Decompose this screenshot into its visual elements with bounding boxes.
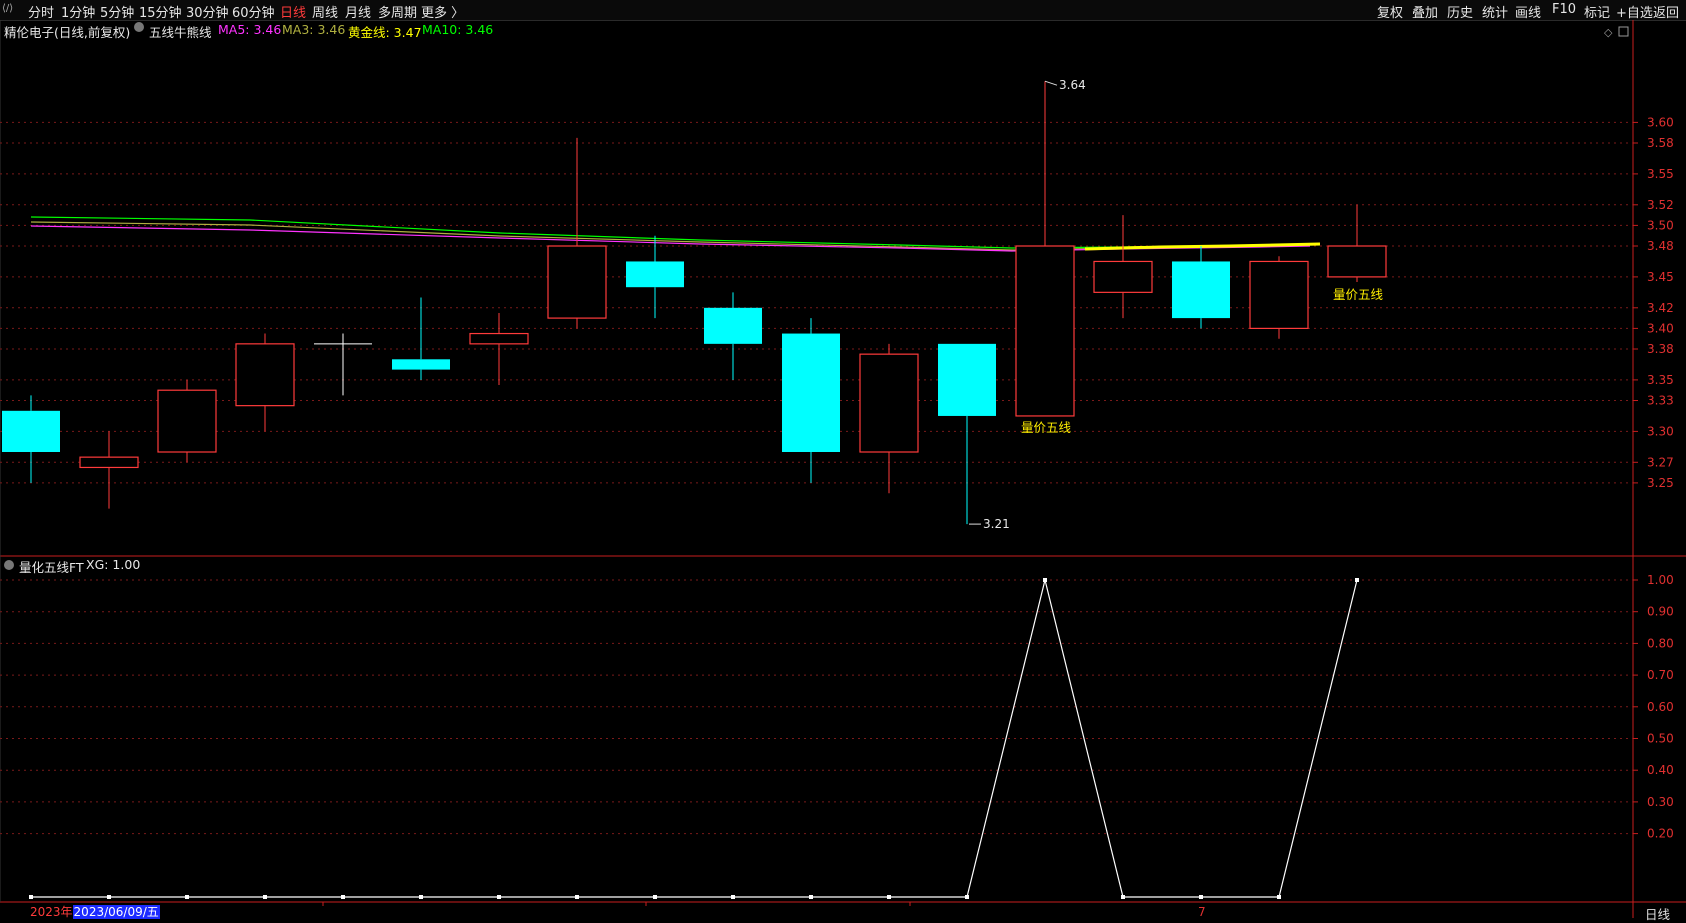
candle-body (859, 353, 919, 453)
signal-label: 量价五线 (1333, 287, 1384, 302)
main-tick-label: 3.60 (1647, 115, 1674, 129)
date-label: 2023/06/09/五 (72, 905, 160, 919)
xg-point (497, 895, 501, 899)
main-tick-label: 3.48 (1647, 239, 1674, 253)
main-tick-label: 3.27 (1647, 455, 1674, 469)
main-tick-label: 3.55 (1647, 167, 1674, 181)
high-arrow (1044, 80, 1058, 86)
sub-tick-label: 0.90 (1647, 605, 1674, 619)
candle-body (235, 343, 295, 407)
candle-body (938, 343, 996, 416)
xg-point (731, 895, 735, 899)
xg-point (1121, 895, 1125, 899)
signal-label: 量价五线 (1021, 420, 1072, 435)
window-icon (1618, 26, 1629, 37)
diamond-icon: ◇ (1604, 26, 1613, 39)
sub-tick-label: 0.70 (1647, 668, 1674, 682)
candle-body (1015, 245, 1075, 417)
xg-point (185, 895, 189, 899)
xg-point (419, 895, 423, 899)
candle-body (704, 307, 762, 344)
candle-body (79, 456, 139, 469)
main-tick-label: 3.35 (1647, 373, 1674, 387)
candle-body (626, 261, 684, 288)
sub-tick-label: 1.00 (1647, 573, 1674, 587)
sub-tick-label: 0.30 (1647, 795, 1674, 809)
candle-body (547, 245, 607, 319)
main-tick-label: 3.25 (1647, 476, 1674, 490)
main-tick-label: 3.45 (1647, 270, 1674, 284)
xg-point (653, 895, 657, 899)
year-label: 2023年 (30, 905, 73, 919)
xg-point (809, 895, 813, 899)
main-tick-label: 3.40 (1647, 321, 1674, 335)
candle-body (469, 332, 529, 345)
candle-body (1327, 245, 1387, 278)
xg-point (575, 895, 579, 899)
sub-tick-label: 0.80 (1647, 636, 1674, 650)
month-tick-label: 7 (1198, 905, 1206, 918)
xg-point (263, 895, 267, 899)
candle-body (392, 359, 450, 370)
xg-point (107, 895, 111, 899)
xg-point (1199, 895, 1203, 899)
xg-point (1043, 578, 1047, 582)
main-tick-label: 3.30 (1647, 424, 1674, 438)
main-tick-label: 3.58 (1647, 136, 1674, 150)
high-label: 3.64 (1059, 78, 1086, 92)
candle-body (1172, 261, 1230, 319)
main-tick-label: 3.52 (1647, 198, 1674, 212)
sub-tick-label: 0.40 (1647, 763, 1674, 777)
kline-chart[interactable]: 3.60 3.58 3.55 3.52 3.50 3.48 3.45 3.42 3.40 3.38… (0, 0, 1686, 918)
period-label: 日线 (1645, 907, 1671, 922)
main-tick-label: 3.38 (1647, 342, 1674, 356)
main-tick-label: 3.50 (1647, 218, 1674, 232)
candle-body (1093, 260, 1153, 293)
candle-body (157, 389, 217, 453)
xg-point (965, 895, 969, 899)
candle-body (1249, 260, 1309, 330)
xg-point (29, 895, 33, 899)
xg-point (1355, 578, 1359, 582)
x-axis-date: 2023年2023/06/09/五 (30, 903, 160, 920)
candle-body (2, 410, 60, 452)
sub-tick-label: 0.50 (1647, 732, 1674, 746)
candle-body (782, 333, 840, 452)
main-tick-label: 3.42 (1647, 301, 1674, 315)
sub-tick-label: 0.20 (1647, 827, 1674, 841)
sub-tick-label: 0.60 (1647, 700, 1674, 714)
low-label: 3.21 (983, 517, 1010, 531)
xg-point (1277, 895, 1281, 899)
xg-point (341, 895, 345, 899)
xg-point (887, 895, 891, 899)
main-tick-label: 3.33 (1647, 394, 1674, 408)
